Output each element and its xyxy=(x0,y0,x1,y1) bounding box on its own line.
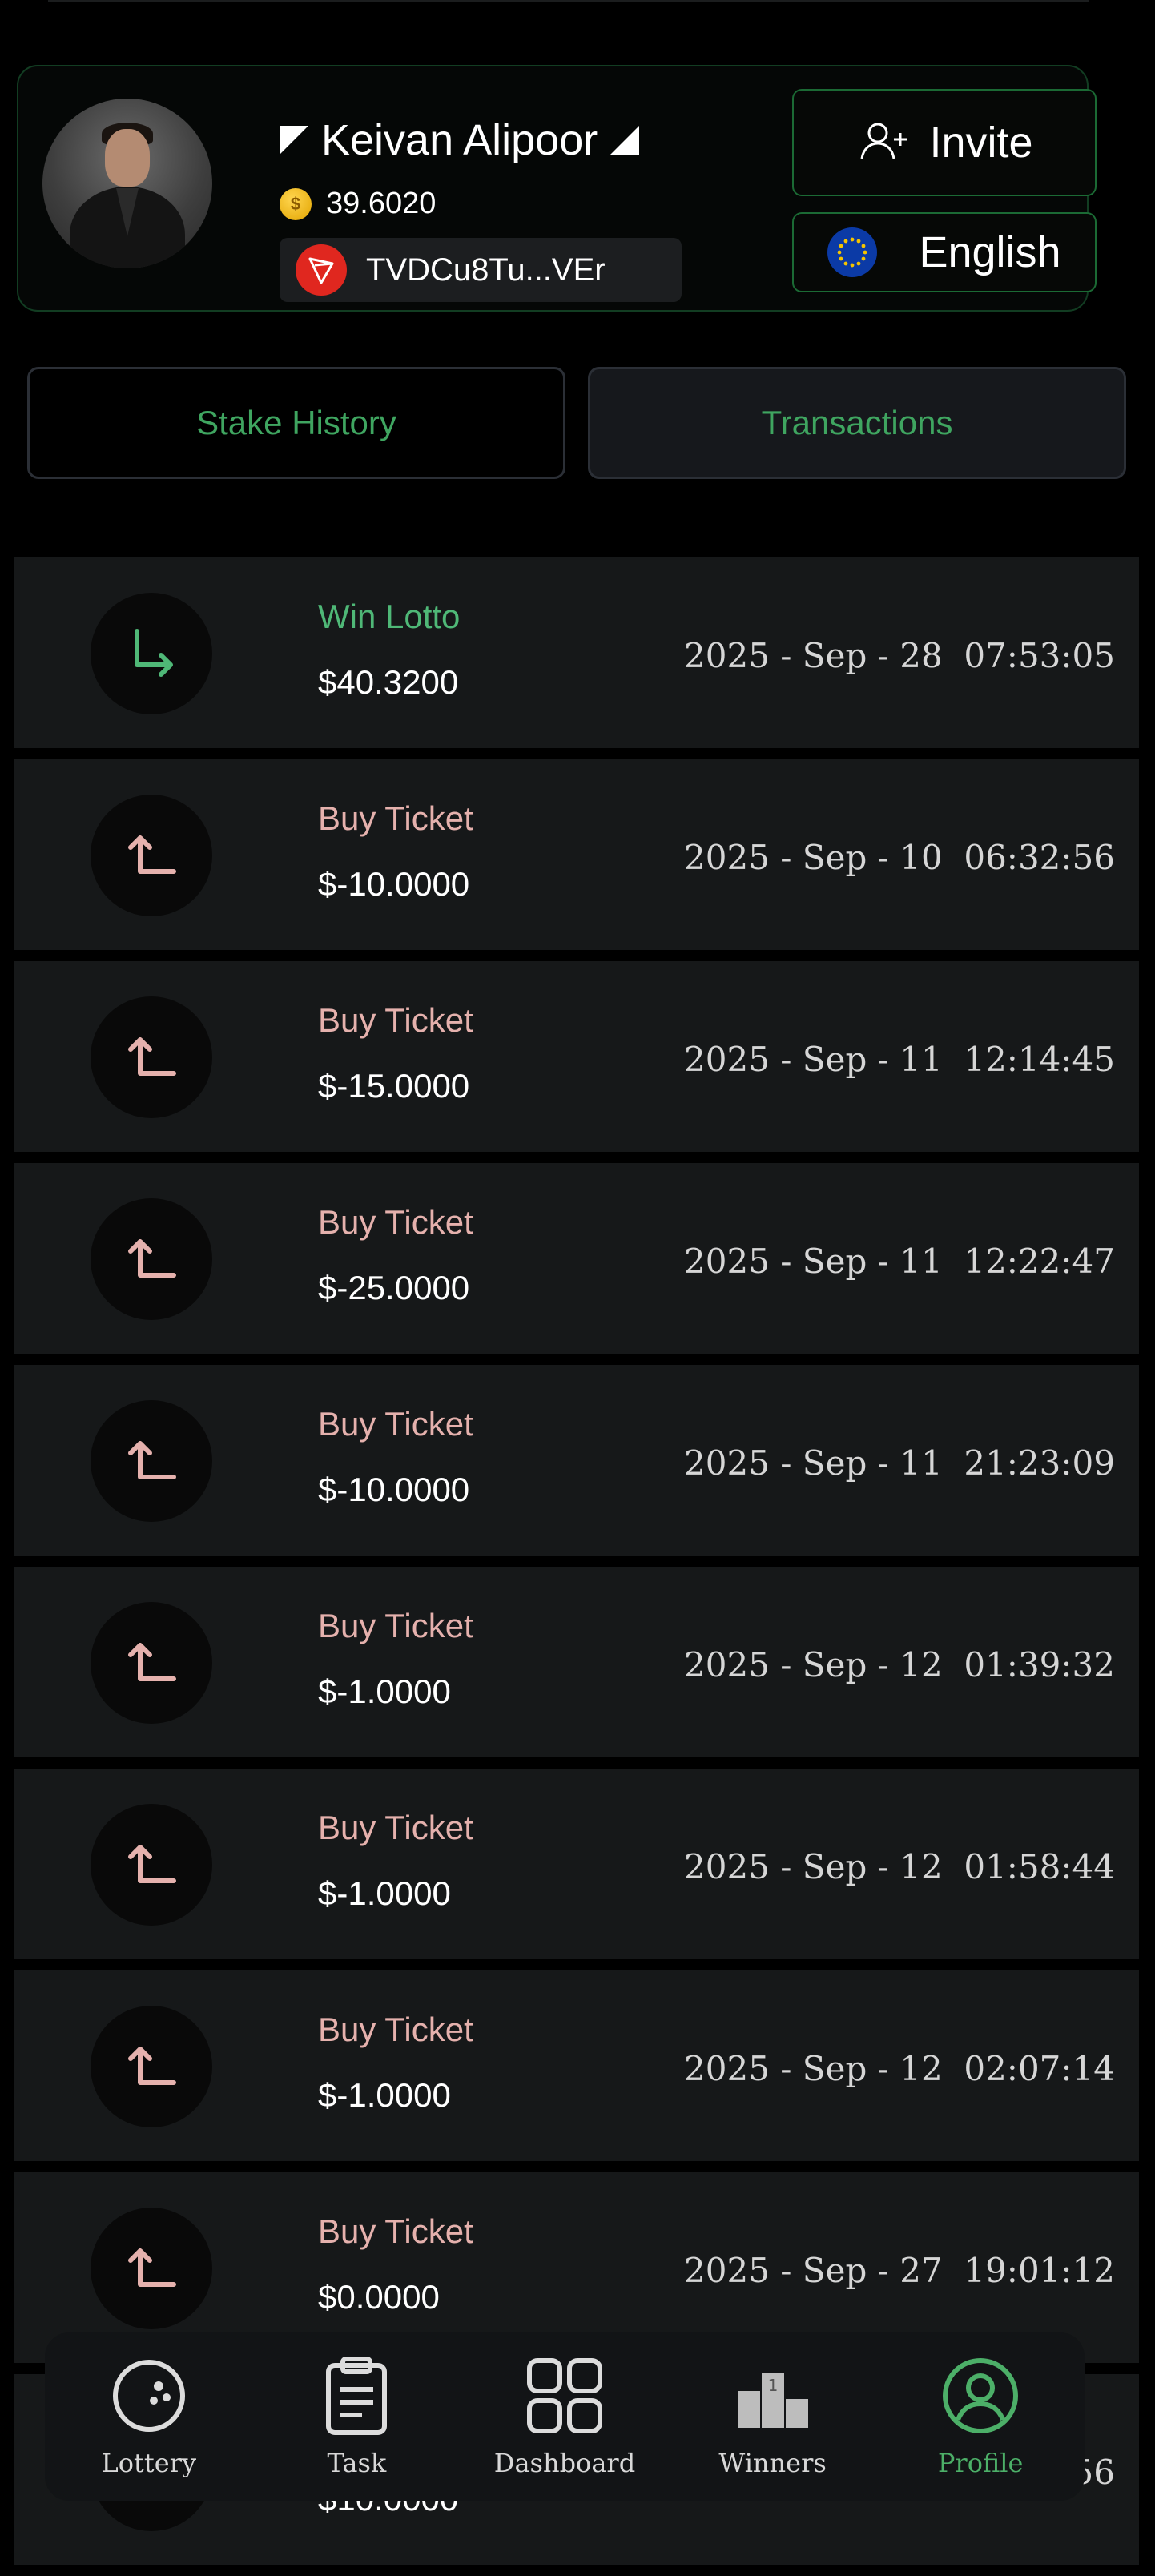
language-label: English xyxy=(919,228,1061,276)
nav-profile-label: Profile xyxy=(937,2447,1024,2478)
nav-lottery-label: Lottery xyxy=(101,2447,197,2478)
transaction-amount: $-10.0000 xyxy=(318,1471,470,1508)
nav-lottery[interactable]: Lottery xyxy=(61,2356,237,2478)
invite-button[interactable]: Invite xyxy=(792,89,1097,196)
transaction-row[interactable]: Win Lotto $40.3200 2025 - Sep - 28 07:53:0… xyxy=(14,557,1139,748)
user-name-row: Keivan Alipoor xyxy=(280,116,640,164)
arrow-up-left-icon xyxy=(91,1602,212,1724)
transaction-type: Buy Ticket xyxy=(318,1203,473,1241)
nav-task[interactable]: Task xyxy=(268,2356,445,2478)
invite-label: Invite xyxy=(929,119,1033,167)
arrow-up-left-icon xyxy=(91,2006,212,2127)
transaction-type: Buy Ticket xyxy=(318,1809,473,1846)
transaction-row[interactable]: Buy Ticket $-25.0000 2025 - Sep - 11 12:22… xyxy=(14,1163,1139,1354)
transaction-amount: $-10.0000 xyxy=(318,865,470,903)
transaction-timestamp: 2025 - Sep - 27 19:01:12 xyxy=(684,2251,1115,2290)
tab-stake-history[interactable]: Stake History xyxy=(27,367,565,479)
eu-flag-icon xyxy=(827,227,878,277)
nav-dashboard[interactable]: Dashboard xyxy=(477,2356,653,2478)
balance-row: $ 39.6020 xyxy=(280,187,436,221)
transaction-amount: $0.0000 xyxy=(318,2278,440,2316)
corner-left-icon xyxy=(280,126,308,155)
winners-rank-label: 1 xyxy=(767,2376,778,2395)
clipboard-icon xyxy=(320,2356,392,2440)
transaction-row[interactable]: Buy Ticket $-10.0000 2025 - Sep - 11 21:23… xyxy=(14,1365,1139,1556)
transaction-timestamp: 2025 - Sep - 11 12:22:47 xyxy=(684,1242,1115,1281)
language-button[interactable]: English xyxy=(792,212,1097,292)
top-divider xyxy=(48,0,1089,2)
coin-icon: $ xyxy=(280,187,312,220)
transaction-timestamp: 2025 - Sep - 11 21:23:09 xyxy=(684,1443,1115,1483)
transactions-list: Win Lotto $40.3200 2025 - Sep - 28 07:53:0… xyxy=(14,557,1139,2576)
transaction-row[interactable]: Buy Ticket $-15.0000 2025 - Sep - 11 12:14… xyxy=(14,961,1139,1152)
profile-card: Keivan Alipoor $ 39.6020 TVDCu8Tu...VEr … xyxy=(17,65,1097,312)
arrow-up-left-icon xyxy=(91,795,212,916)
arrow-up-left-icon xyxy=(91,1198,212,1320)
nav-task-label: Task xyxy=(327,2447,387,2478)
arrow-up-left-icon xyxy=(91,1400,212,1522)
arrow-up-left-icon xyxy=(91,996,212,1118)
transaction-type: Buy Ticket xyxy=(318,1001,473,1039)
transaction-timestamp: 2025 - Sep - 12 01:58:44 xyxy=(684,1847,1115,1886)
nav-dashboard-label: Dashboard xyxy=(493,2447,636,2478)
transaction-amount: $-15.0000 xyxy=(318,1067,470,1105)
transaction-type: Buy Ticket xyxy=(318,1607,473,1644)
avatar[interactable] xyxy=(42,99,212,268)
nav-winners-label: Winners xyxy=(718,2447,827,2478)
bottom-nav: Lottery Task Dashboard 1 Winners Profile xyxy=(45,2332,1085,2501)
transaction-timestamp: 2025 - Sep - 11 12:14:45 xyxy=(684,1040,1115,1079)
tab-transactions[interactable]: Transactions xyxy=(588,367,1126,479)
tron-icon xyxy=(296,244,347,296)
profile-user-icon xyxy=(940,2356,1020,2440)
corner-right-icon xyxy=(610,126,640,155)
transaction-amount: $-1.0000 xyxy=(318,1874,451,1912)
balance-value: 39.6020 xyxy=(326,187,437,220)
transaction-row[interactable]: Buy Ticket $-1.0000 2025 - Sep - 12 02:07:… xyxy=(14,1970,1139,2161)
transaction-row[interactable]: Buy Ticket $-1.0000 2025 - Sep - 12 01:58:… xyxy=(14,1769,1139,1959)
dashboard-grid-icon xyxy=(525,2356,605,2440)
user-name: Keivan Alipoor xyxy=(321,116,598,164)
transaction-type: Buy Ticket xyxy=(318,1405,473,1443)
lottery-ball-icon xyxy=(109,2356,189,2440)
transaction-row[interactable]: Buy Ticket $-10.0000 2025 - Sep - 10 06:32… xyxy=(14,759,1139,950)
add-user-icon xyxy=(855,119,912,167)
podium-icon: 1 xyxy=(733,2356,813,2440)
nav-winners[interactable]: 1 Winners xyxy=(685,2356,861,2478)
arrow-down-right-icon xyxy=(91,593,212,714)
transaction-amount: $-1.0000 xyxy=(318,2076,451,2114)
wallet-address-chip[interactable]: TVDCu8Tu...VEr xyxy=(280,238,682,302)
transaction-type: Buy Ticket xyxy=(318,799,473,837)
arrow-up-left-icon xyxy=(91,1804,212,1926)
transaction-type: Buy Ticket xyxy=(318,2212,473,2250)
transaction-amount: $-1.0000 xyxy=(318,1672,451,1710)
arrow-up-left-icon xyxy=(91,2208,212,2329)
transaction-row[interactable]: Buy Ticket $-1.0000 2025 - Sep - 12 01:39:… xyxy=(14,1567,1139,1757)
transaction-type: Buy Ticket xyxy=(318,2010,473,2048)
transaction-timestamp: 2025 - Sep - 10 06:32:56 xyxy=(684,838,1115,877)
transaction-timestamp: 2025 - Sep - 28 07:53:05 xyxy=(684,636,1115,675)
nav-profile[interactable]: Profile xyxy=(892,2356,1068,2478)
transaction-timestamp: 2025 - Sep - 12 01:39:32 xyxy=(684,1645,1115,1684)
wallet-address: TVDCu8Tu...VEr xyxy=(366,252,606,288)
transaction-timestamp: 2025 - Sep - 12 02:07:14 xyxy=(684,2049,1115,2088)
transaction-amount: $40.3200 xyxy=(318,663,459,701)
transaction-type: Win Lotto xyxy=(318,598,461,635)
transaction-amount: $-25.0000 xyxy=(318,1269,470,1306)
